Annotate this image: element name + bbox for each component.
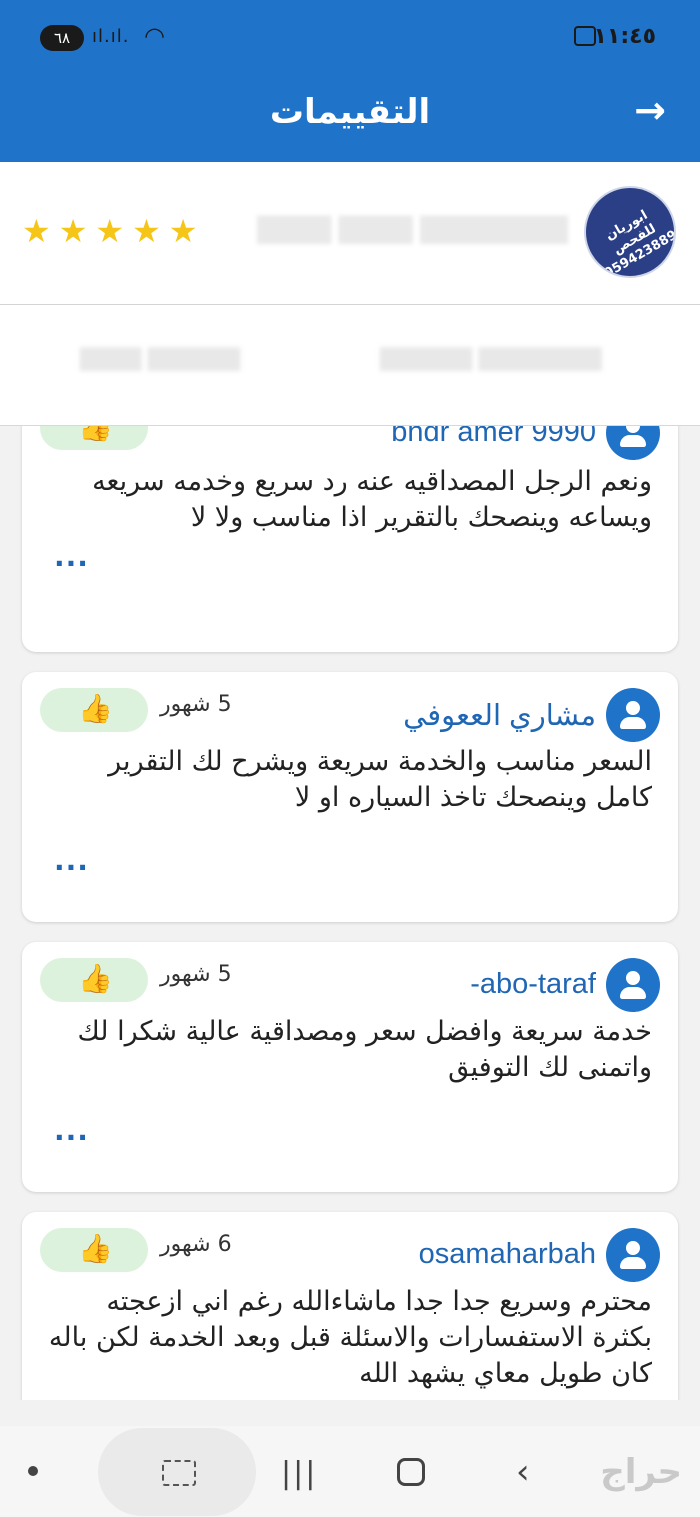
review-time: 5 شهور [160, 962, 232, 987]
page-title: التقييمات [269, 92, 431, 132]
shop-logo[interactable]: ابوريان للفحص 0594238893 [584, 186, 676, 278]
reviewer-name[interactable]: مشاري الععوفي [403, 698, 596, 733]
like-button[interactable]: 👍 [40, 958, 148, 1002]
review-text: خدمة سريعة وافضل سعر ومصداقية عالية شكرا… [77, 1016, 653, 1083]
home-icon[interactable] [397, 1458, 425, 1486]
logo-text: ابوريان للفحص 0594238893 [601, 207, 676, 278]
user-avatar-icon [606, 958, 660, 1012]
wifi-icon: ◠ [144, 22, 165, 50]
more-button[interactable]: ... [54, 1114, 89, 1147]
user-avatar-icon [606, 688, 660, 742]
reviewer-name[interactable]: osamaharbah [419, 1238, 596, 1271]
shop-header-card: ابوريان للفحص 0594238893 ████████ ████ █… [0, 162, 700, 426]
thumbs-up-icon: 👍 [78, 692, 113, 725]
scan-icon[interactable] [162, 1460, 196, 1486]
shop-name-blurred: ████████ ████ ████ [257, 216, 568, 244]
status-time: ١١:٤٥ [593, 24, 656, 49]
star-icon: ★ [168, 212, 198, 250]
rating-stars: ★ ★ ★ ★ ★ [22, 214, 197, 248]
recent-apps-icon[interactable]: ||| [281, 1456, 317, 1491]
review-time: 5 شهور [160, 692, 232, 717]
nav-dot[interactable] [28, 1466, 38, 1476]
watermark: حراج [600, 1452, 682, 1492]
more-button[interactable]: ... [54, 540, 89, 573]
app-bar: التقييمات → [0, 70, 700, 162]
user-avatar-icon [606, 1228, 660, 1282]
signal-icon: ıl.ıl. [92, 26, 130, 47]
review-card: bndr amer 9990 👍 ونعم الرجل المصداقيه عن… [22, 426, 678, 652]
review-card: -abo-taraf 5 شهور 👍 خدمة سريعة وافضل سعر… [22, 942, 678, 1192]
thumbs-up-icon: 👍 [78, 1232, 113, 1265]
review-card: مشاري الععوفي 5 شهور 👍 السعر مناسب والخد… [22, 672, 678, 922]
like-button[interactable]: 👍 [40, 1228, 148, 1272]
thumbs-up-icon: 👍 [78, 426, 113, 443]
star-icon: ★ [132, 212, 161, 250]
system-nav-bar: ||| ‹ حراج [0, 1426, 700, 1517]
like-button[interactable]: 👍 [40, 426, 148, 450]
star-icon: ★ [95, 212, 125, 250]
status-bar: ٦٨ ıl.ıl. ◠ ١١:٤٥ [0, 0, 700, 70]
review-text: ونعم الرجل المصداقيه عنه رد سريع وخدمه س… [92, 466, 652, 533]
review-text: محترم وسريع جدا جدا ماشاءالله رغم اني از… [48, 1286, 652, 1389]
like-button[interactable]: 👍 [40, 688, 148, 732]
reviews-list[interactable]: bndr amer 9990 👍 ونعم الرجل المصداقيه عن… [0, 426, 700, 1400]
review-card: osamaharbah 6 شهور 👍 محترم وسريع جدا جدا… [22, 1212, 678, 1400]
star-icon: ★ [22, 212, 51, 250]
filter-row-blurred: ██████ ████ ████████ ██████ [0, 305, 700, 426]
review-text: السعر مناسب والخدمة سريعة ويشرح لك التقر… [108, 746, 652, 813]
nav-back-icon[interactable]: ‹ [516, 1452, 530, 1492]
thumbs-up-icon: 👍 [78, 962, 113, 995]
battery-indicator: ٦٨ [40, 25, 84, 51]
user-avatar-icon [606, 426, 660, 460]
filter-blurred-right: ████████ ██████ [380, 347, 602, 371]
review-time: 6 شهور [160, 1232, 232, 1257]
reviewer-name[interactable]: -abo-taraf [470, 968, 596, 1001]
back-arrow-icon[interactable]: → [634, 88, 666, 132]
reviewer-name[interactable]: bndr amer 9990 [391, 426, 596, 449]
more-button[interactable]: ... [54, 844, 89, 877]
star-icon: ★ [58, 212, 88, 250]
filter-blurred-left: ██████ ████ [80, 347, 241, 371]
